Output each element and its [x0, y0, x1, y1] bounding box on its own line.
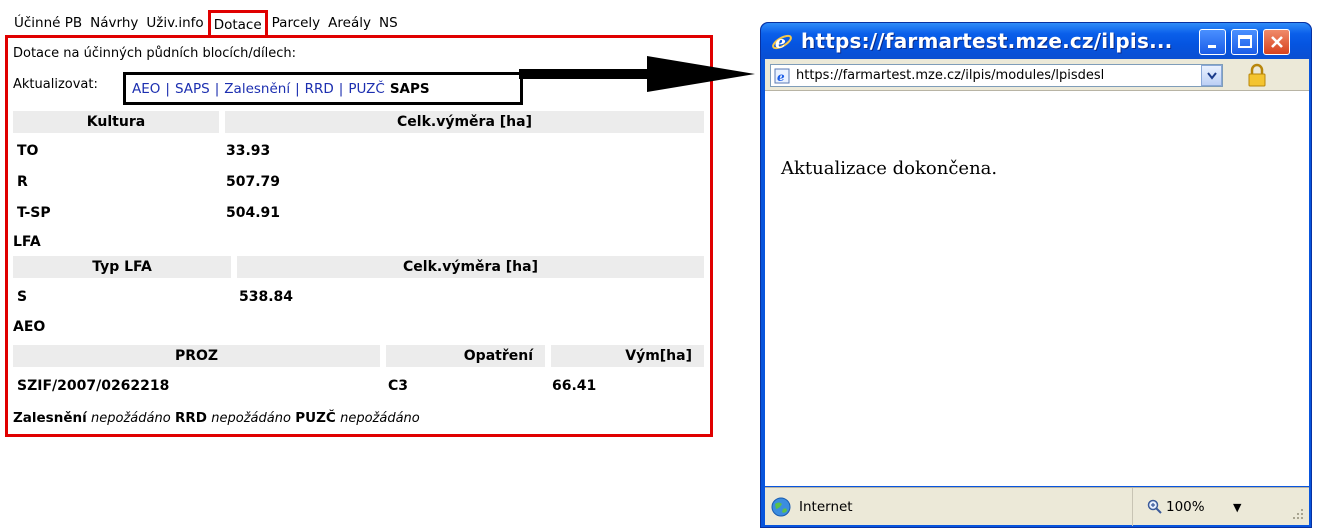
update-links-box: AEO | SAPS | Zalesnění | RRD | PUZČ SAPS — [123, 72, 523, 105]
link-separator: | — [295, 80, 300, 97]
address-bar: e https://farmartest.mze.cz/ilpis/module… — [765, 59, 1309, 91]
tab-arealy[interactable]: Areály — [324, 15, 375, 36]
tab-bar: Účinné PB Návrhy Uživ.info Dotace Parcel… — [10, 2, 402, 39]
saps-area-cell: 33.93 — [226, 143, 271, 159]
update-link-puzc[interactable]: PUZČ — [348, 81, 384, 97]
rrd-value: nepožádáno — [211, 411, 291, 426]
maximize-icon — [1237, 35, 1252, 48]
lfa-type-cell: S — [17, 289, 28, 305]
status-bar: Internet 100% ▼ — [765, 487, 1309, 526]
zoom-icon — [1147, 499, 1162, 514]
tab-ucinne-pb[interactable]: Účinné PB — [10, 15, 86, 36]
lfa-section-title: LFA — [13, 234, 41, 250]
svg-text:e: e — [775, 33, 786, 53]
security-zone: Internet — [765, 488, 1133, 526]
minimize-button[interactable] — [1199, 29, 1226, 55]
zalesneni-value: nepožádáno — [91, 411, 171, 426]
tab-uziv-info[interactable]: Uživ.info — [142, 15, 207, 36]
saps-kultura-cell: TO — [17, 143, 39, 159]
status-footer: Zalesnění nepožádáno RRD nepožádáno PUZČ… — [13, 410, 420, 426]
close-icon — [1270, 36, 1283, 48]
subsidy-panel: Dotace na účinných půdních blocích/dílec… — [5, 35, 713, 437]
completion-message: Aktualizace dokončena. — [781, 158, 998, 179]
resize-grip-icon[interactable] — [1291, 507, 1305, 521]
aeo-header-proz: PROZ — [13, 345, 380, 367]
tab-navrhy[interactable]: Návrhy — [86, 15, 142, 36]
saps-kultura-cell: T-SP — [17, 205, 51, 221]
lfa-area-cell: 538.84 — [239, 289, 294, 305]
address-text: https://farmartest.mze.cz/ilpis/modules/… — [796, 68, 1105, 83]
saps-area-cell: 504.91 — [226, 205, 281, 221]
svg-text:e: e — [777, 70, 785, 84]
aeo-header-area: Vým[ha] — [551, 345, 704, 367]
zoom-dropdown-icon[interactable]: ▼ — [1233, 501, 1241, 514]
link-separator: | — [338, 80, 344, 97]
aeo-measure-cell: C3 — [388, 378, 409, 394]
tab-ns[interactable]: NS — [375, 15, 402, 36]
aeo-proz-cell: SZIF/2007/0262218 — [17, 378, 170, 394]
aeo-area-cell: 66.41 — [552, 378, 597, 394]
link-separator: | — [165, 80, 170, 97]
window-titlebar[interactable]: e https://farmartest.mze.cz/ilpis... — [761, 23, 1311, 59]
lfa-header-type: Typ LFA — [13, 256, 231, 278]
ie-logo-icon: e — [772, 33, 792, 53]
window-title: https://farmartest.mze.cz/ilpis... — [801, 29, 1173, 53]
saps-kultura-cell: R — [17, 174, 28, 190]
saps-area-cell: 507.79 — [226, 174, 281, 190]
zoom-control[interactable]: 100% — [1147, 488, 1205, 526]
close-button[interactable] — [1263, 29, 1290, 55]
saps-header-area: Celk.výměra [ha] — [225, 111, 704, 133]
zalesneni-label: Zalesnění — [13, 410, 87, 426]
globe-icon — [771, 497, 791, 517]
zone-label: Internet — [799, 499, 853, 515]
update-link-rrd[interactable]: RRD — [305, 81, 334, 97]
puzc-label: PUZČ — [295, 410, 336, 426]
update-label: Aktualizovat: — [13, 77, 98, 92]
arrow-icon — [519, 56, 755, 92]
popup-window: e https://farmartest.mze.cz/ilpis... e h… — [760, 22, 1312, 528]
update-link-aeo[interactable]: AEO — [132, 81, 160, 97]
maximize-button[interactable] — [1231, 29, 1258, 55]
puzc-value: nepožádáno — [340, 411, 420, 426]
minimize-icon — [1207, 45, 1216, 48]
tab-parcely[interactable]: Parcely — [268, 15, 325, 36]
update-current-label: SAPS — [389, 80, 430, 97]
update-link-zalesneni[interactable]: Zalesnění — [224, 81, 290, 97]
update-link-saps[interactable]: SAPS — [175, 81, 210, 97]
saps-header-kultura: Kultura — [13, 111, 219, 133]
lfa-header-area: Celk.výměra [ha] — [237, 256, 704, 278]
popup-content: Aktualizace dokončena. — [765, 91, 1309, 486]
address-dropdown-button[interactable] — [1201, 65, 1222, 86]
lock-icon[interactable] — [1243, 63, 1271, 87]
address-field[interactable]: e https://farmartest.mze.cz/ilpis/module… — [770, 64, 1223, 87]
zoom-level: 100% — [1166, 499, 1205, 515]
rrd-label: RRD — [174, 410, 207, 426]
link-separator: | — [214, 80, 220, 97]
page-icon: e — [774, 68, 790, 84]
chevron-down-icon — [1206, 71, 1217, 80]
aeo-section-title: AEO — [13, 319, 46, 335]
panel-intro: Dotace na účinných půdních blocích/dílec… — [13, 46, 297, 61]
aeo-header-measure: Opatření — [386, 345, 545, 367]
